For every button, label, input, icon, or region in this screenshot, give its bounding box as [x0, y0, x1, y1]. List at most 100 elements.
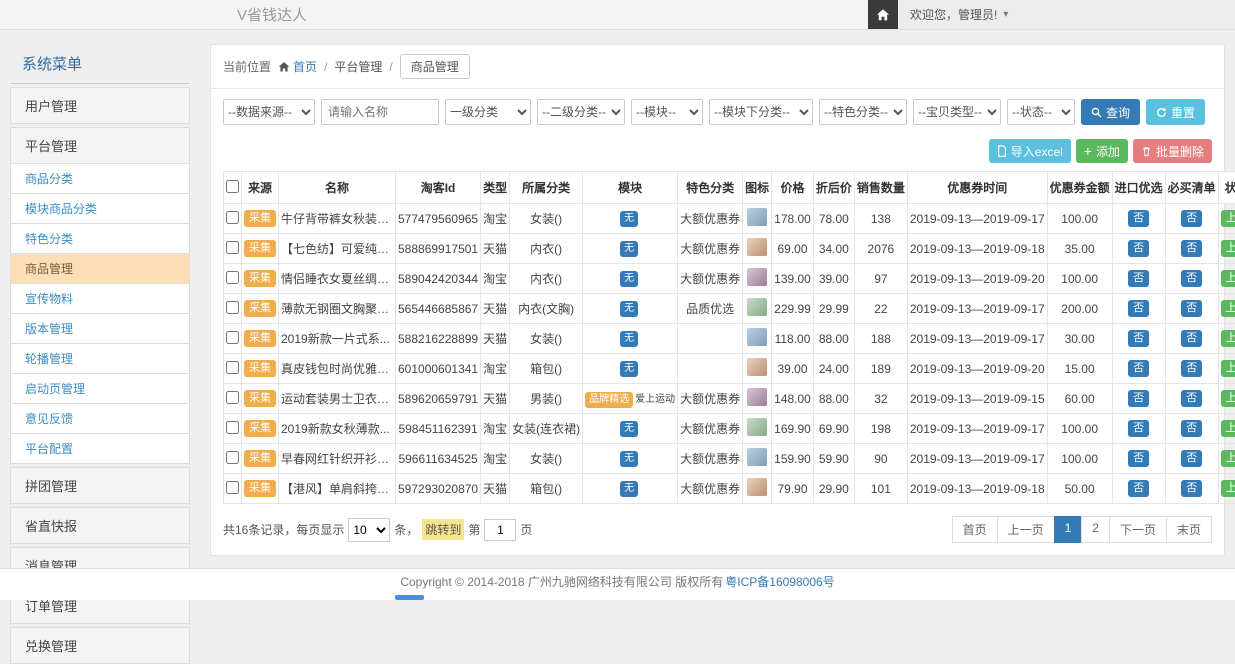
- filter-select[interactable]: --状态--: [1007, 99, 1075, 125]
- jump-page-input[interactable]: [484, 519, 516, 541]
- sidebar-item[interactable]: 轮播管理: [10, 343, 190, 374]
- row-checkbox[interactable]: [226, 241, 239, 254]
- price-cell: 39.00: [772, 354, 814, 384]
- search-button[interactable]: 查询: [1081, 99, 1140, 125]
- table-row: 采集 【港风】单肩斜挎链条... 597293020870 天猫 箱包() 无 …: [224, 474, 1235, 504]
- import-select-toggle[interactable]: 否: [1128, 210, 1149, 227]
- page-button[interactable]: 末页: [1166, 516, 1212, 543]
- filter-select[interactable]: --模块--: [631, 99, 703, 125]
- page-button[interactable]: 上一页: [997, 516, 1055, 543]
- sidebar-item[interactable]: 平台配置: [10, 433, 190, 464]
- status-toggle[interactable]: 上架: [1221, 450, 1235, 467]
- feature-cell: 大额优惠券: [678, 384, 743, 414]
- import-select-toggle[interactable]: 否: [1128, 390, 1149, 407]
- name-input[interactable]: [321, 99, 439, 125]
- must-buy-cell: 否: [1165, 474, 1218, 504]
- select-all-checkbox[interactable]: [226, 180, 239, 193]
- import-select-toggle[interactable]: 否: [1128, 330, 1149, 347]
- must-buy-toggle[interactable]: 否: [1181, 270, 1202, 287]
- row-checkbox[interactable]: [226, 481, 239, 494]
- sidebar-item[interactable]: 特色分类: [10, 223, 190, 254]
- import-select-toggle[interactable]: 否: [1128, 450, 1149, 467]
- product-name-cell: 2019新款一片式系...: [279, 324, 396, 354]
- import-select-toggle[interactable]: 否: [1128, 360, 1149, 377]
- sidebar-item[interactable]: 省直快报: [10, 507, 190, 544]
- sidebar-item[interactable]: 模块商品分类: [10, 193, 190, 224]
- sidebar-item[interactable]: 兑换管理: [10, 627, 190, 664]
- row-checkbox[interactable]: [226, 331, 239, 344]
- row-checkbox[interactable]: [226, 271, 239, 284]
- import-select-toggle[interactable]: 否: [1128, 300, 1149, 317]
- type-cell: 淘宝: [481, 414, 510, 444]
- must-buy-toggle[interactable]: 否: [1181, 240, 1202, 257]
- import-select-toggle[interactable]: 否: [1128, 480, 1149, 497]
- sidebar-item[interactable]: 意见反馈: [10, 403, 190, 434]
- status-toggle[interactable]: 上架: [1221, 240, 1235, 257]
- sidebar-item[interactable]: 用户管理: [10, 87, 190, 124]
- icp-link[interactable]: 粤ICP备16098006号: [725, 573, 834, 590]
- horizontal-scrollbar-thumb[interactable]: [395, 595, 424, 600]
- import-select-toggle[interactable]: 否: [1128, 420, 1149, 437]
- status-toggle[interactable]: 上架: [1221, 360, 1235, 377]
- status-toggle[interactable]: 上架: [1221, 270, 1235, 287]
- add-button[interactable]: + 添加: [1076, 139, 1128, 163]
- must-buy-toggle[interactable]: 否: [1181, 300, 1202, 317]
- status-toggle[interactable]: 上架: [1221, 210, 1235, 227]
- row-checkbox[interactable]: [226, 301, 239, 314]
- breadcrumb-home-link[interactable]: 首页: [278, 58, 317, 75]
- reset-button[interactable]: 重置: [1146, 99, 1205, 125]
- feature-cell: 大额优惠券: [678, 264, 743, 294]
- row-checkbox[interactable]: [226, 421, 239, 434]
- sidebar-item[interactable]: 平台管理: [10, 127, 190, 164]
- import-select-toggle[interactable]: 否: [1128, 240, 1149, 257]
- filter-select[interactable]: --模块下分类--: [709, 99, 813, 125]
- page-button[interactable]: 1: [1054, 516, 1083, 543]
- must-buy-toggle[interactable]: 否: [1181, 480, 1202, 497]
- batch-delete-button[interactable]: 批量删除: [1133, 139, 1212, 163]
- sidebar-item[interactable]: 拼团管理: [10, 467, 190, 504]
- must-buy-toggle[interactable]: 否: [1181, 450, 1202, 467]
- filter-select[interactable]: --二级分类--: [537, 99, 625, 125]
- home-button[interactable]: [868, 0, 898, 29]
- sidebar-item[interactable]: 宣传物料: [10, 283, 190, 314]
- coupon-amount-cell: 200.00: [1047, 294, 1112, 324]
- price-cell: 118.00: [772, 324, 814, 354]
- per-page-select[interactable]: 10: [348, 518, 390, 542]
- products-table: 来源 名称 淘客Id 类型 所属分类 模块 特色分类 图标 价格 折后价 销售数…: [223, 171, 1235, 504]
- must-buy-toggle[interactable]: 否: [1181, 420, 1202, 437]
- import-select-toggle[interactable]: 否: [1128, 270, 1149, 287]
- status-toggle[interactable]: 上架: [1221, 300, 1235, 317]
- product-thumbnail: [747, 208, 767, 226]
- must-buy-toggle[interactable]: 否: [1181, 330, 1202, 347]
- row-checkbox[interactable]: [226, 391, 239, 404]
- data-source-select[interactable]: --数据来源--: [223, 99, 315, 125]
- main-content: 当前位置 首页 / 平台管理 / 商品管理 --数据来源-- 一级分类 --二级…: [210, 44, 1225, 556]
- row-checkbox[interactable]: [226, 211, 239, 224]
- breadcrumb-item-parent[interactable]: 平台管理: [334, 58, 382, 75]
- page-button[interactable]: 2: [1081, 516, 1110, 543]
- sidebar-item[interactable]: 启动页管理: [10, 373, 190, 404]
- status-toggle[interactable]: 上架: [1221, 330, 1235, 347]
- source-badge: 采集: [244, 240, 276, 257]
- status-toggle[interactable]: 上架: [1221, 480, 1235, 497]
- status-toggle[interactable]: 上架: [1221, 420, 1235, 437]
- row-checkbox[interactable]: [226, 361, 239, 374]
- import-excel-button[interactable]: 导入excel: [989, 139, 1071, 163]
- filter-select[interactable]: 一级分类: [445, 99, 531, 125]
- per-page-suffix: 条，: [394, 521, 418, 538]
- filter-select[interactable]: --特色分类--: [819, 99, 907, 125]
- sidebar-item[interactable]: 商品分类: [10, 163, 190, 194]
- must-buy-toggle[interactable]: 否: [1181, 360, 1202, 377]
- must-buy-toggle[interactable]: 否: [1181, 390, 1202, 407]
- sidebar-item[interactable]: 商品管理: [10, 253, 190, 284]
- filter-select[interactable]: --宝贝类型--: [913, 99, 1001, 125]
- module-cell: 无: [583, 204, 678, 234]
- must-buy-toggle[interactable]: 否: [1181, 210, 1202, 227]
- page-button[interactable]: 下一页: [1109, 516, 1167, 543]
- page-button[interactable]: 首页: [952, 516, 998, 543]
- sidebar-item[interactable]: 版本管理: [10, 313, 190, 344]
- product-name-cell: 【七色纺】可爱纯棉家...: [279, 234, 396, 264]
- row-checkbox[interactable]: [226, 451, 239, 464]
- user-menu[interactable]: 欢迎您，管理员! ▾: [898, 0, 1235, 29]
- status-toggle[interactable]: 上架: [1221, 390, 1235, 407]
